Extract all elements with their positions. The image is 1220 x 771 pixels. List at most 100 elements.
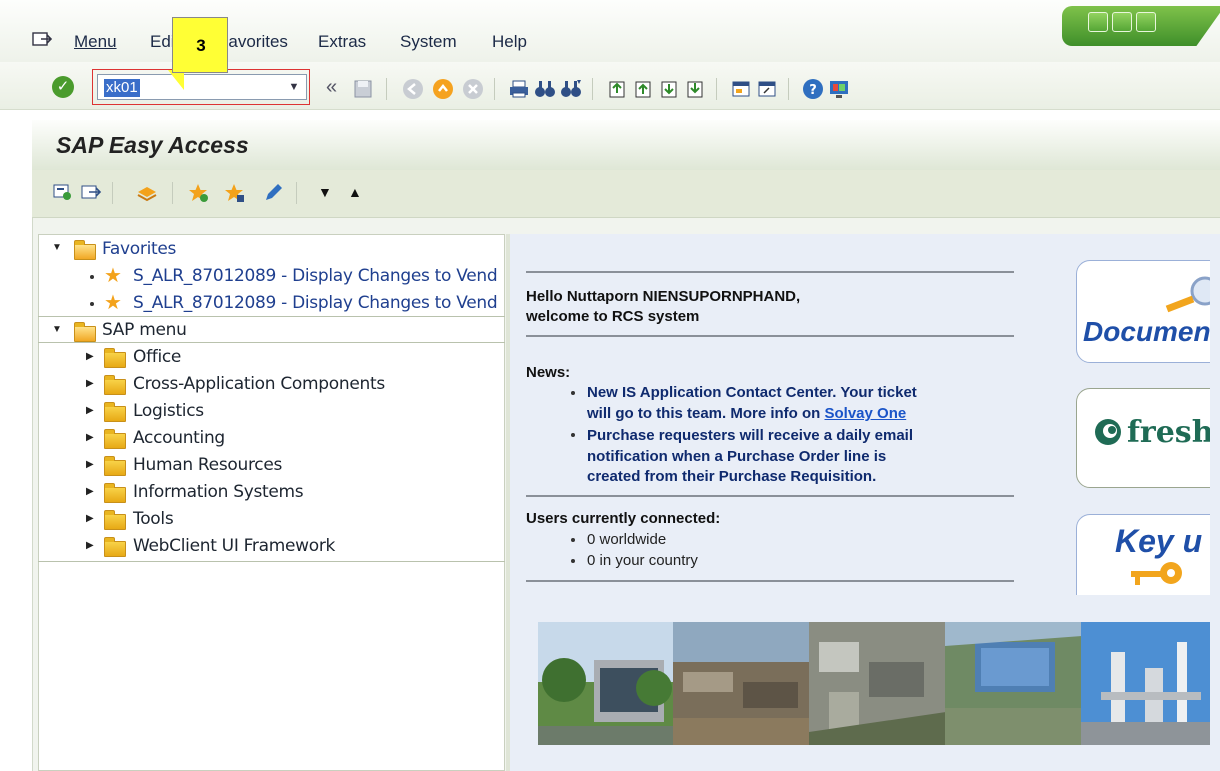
find-icon[interactable] [534,78,556,100]
command-field[interactable]: xk01 ▼ [97,74,307,100]
favorite-item[interactable]: S_ALR_87012089 - Display Changes to Vend [133,263,498,290]
tree-node-sap-menu[interactable]: SAP menu [102,317,187,344]
tree-node-tools[interactable]: Tools [133,506,174,533]
customize-layout-icon[interactable] [828,78,850,100]
bullet [571,538,575,542]
collapse-up-icon[interactable]: ▲ [348,184,362,200]
expand-arrow-icon[interactable]: ▶ [86,432,96,443]
solvay-one-link[interactable]: Solvay One [825,405,907,422]
menu-item-menu[interactable]: Menu [74,32,117,52]
previous-page-icon[interactable] [632,78,654,100]
bullet [90,302,94,306]
user-menu-icon[interactable] [52,182,74,204]
next-page-icon[interactable] [658,78,680,100]
folder-icon [104,348,126,368]
delete-favorite-icon[interactable] [224,182,246,204]
key-users-tile-label: Key u [1115,523,1203,559]
application-toolbar [32,170,1220,218]
bullet [571,433,575,437]
office-building-photo [538,622,674,745]
toolbar-separator [296,182,297,204]
last-page-icon[interactable] [684,78,706,100]
collapse-icon[interactable]: « [326,76,337,99]
folder-icon [104,402,126,422]
chevron-down-icon[interactable]: ▼ [286,79,302,95]
divider [526,580,1014,582]
documents-tile[interactable]: Documen [1076,260,1210,363]
business-workplace-icon[interactable] [136,182,158,204]
toolbar-separator [172,182,173,204]
users-country: 0 in your country [587,552,698,569]
greeting-line2: welcome to RCS system [526,308,700,325]
expand-arrow-icon[interactable]: ▶ [86,486,96,497]
shortcut-icon[interactable] [756,78,778,100]
minimize-button[interactable] [1088,12,1108,32]
key-icon [1131,562,1182,585]
close-button[interactable] [1136,12,1156,32]
expand-arrow-icon[interactable]: ▶ [86,513,96,524]
news-item2-line1: Purchase requesters will receive a daily… [587,427,914,444]
sap-menu-icon[interactable] [80,182,102,204]
tree-node-logistics[interactable]: Logistics [133,398,204,425]
save-icon[interactable] [352,78,374,100]
menu-item-extras[interactable]: Extras [318,32,366,52]
tree-node-office[interactable]: Office [133,344,181,371]
back-icon[interactable] [402,78,424,100]
cancel-icon[interactable] [462,78,484,100]
expand-arrow-icon[interactable]: ▶ [86,540,96,551]
sap-gui-window: Menu Edit Favorites Extras System Help ✓… [0,0,1220,771]
create-session-icon[interactable] [730,78,752,100]
users-worldwide: 0 worldwide [587,531,667,548]
folder-open-icon [74,240,96,260]
edit-favorite-icon[interactable] [262,182,284,204]
divider [38,561,505,562]
tree-node-information-systems[interactable]: Information Systems [133,479,304,506]
folder-open-icon [74,322,96,342]
tree-node-webclient[interactable]: WebClient UI Framework [133,533,335,560]
menu-item-system[interactable]: System [400,32,457,52]
expand-down-icon[interactable]: ▼ [318,184,332,200]
callout-tail [168,70,184,90]
folder-icon [104,456,126,476]
tree-node-human-resources[interactable]: Human Resources [133,452,282,479]
menu-item-help[interactable]: Help [492,32,527,52]
expand-arrow-icon[interactable]: ▶ [86,459,96,470]
greeting-line1: Hello Nuttaporn NIENSUPORNPHAND, [526,288,801,305]
factory-aerial-photo [945,622,1082,745]
fresh-tile[interactable]: fresh [1076,388,1210,488]
enter-check-icon[interactable]: ✓ [52,76,74,98]
maximize-button[interactable] [1112,12,1132,32]
expand-arrow-icon[interactable]: ▶ [86,351,96,362]
expand-arrow-icon[interactable]: ▶ [86,405,96,416]
toolbar-separator [716,78,717,100]
first-page-icon[interactable] [606,78,628,100]
news-item1-line1: New IS Application Contact Center. Your … [587,384,917,401]
bullet [571,391,575,395]
bullet [90,275,94,279]
divider [38,342,505,343]
command-field-highlight: xk01 ▼ [92,69,310,105]
toolbar-separator [494,78,495,100]
users-heading: Users currently connected: [526,510,721,527]
find-next-icon[interactable] [560,78,582,100]
expand-sap-menu-icon[interactable]: ▼ [52,324,62,335]
divider [526,335,1014,337]
add-favorite-icon[interactable] [188,182,210,204]
help-icon[interactable]: ? [802,78,824,100]
svg-text:?: ? [809,83,817,98]
industrial-site-photo [673,622,810,745]
menu-exit-icon[interactable] [32,31,52,47]
expand-favorites-icon[interactable]: ▼ [52,242,62,253]
favorite-item[interactable]: S_ALR_87012089 - Display Changes to Vend [133,290,498,317]
print-icon[interactable] [508,78,530,100]
exit-icon[interactable] [432,78,454,100]
tree-node-accounting[interactable]: Accounting [133,425,225,452]
tree-node-favorites[interactable]: Favorites [102,236,176,263]
news-heading: News: [526,364,571,381]
expand-arrow-icon[interactable]: ▶ [86,378,96,389]
toolbar-separator [112,182,113,204]
key-users-tile[interactable]: Key u [1076,514,1210,595]
window-controls [1062,6,1220,46]
tree-node-cross-application[interactable]: Cross-Application Components [133,371,385,398]
bullet [571,559,575,563]
